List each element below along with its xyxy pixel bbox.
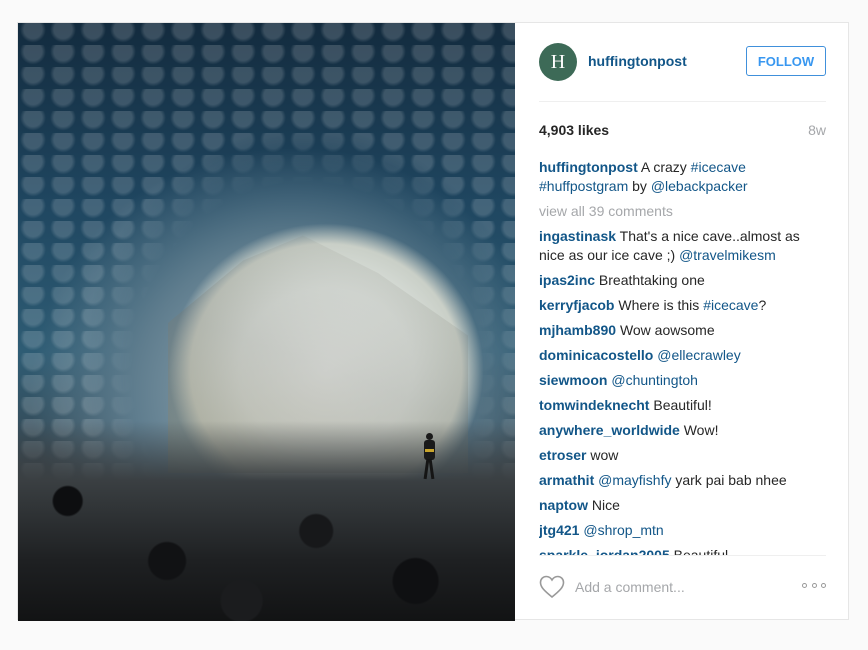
comment-text-tail: yark pai bab nhee [671,472,787,488]
mention-link[interactable]: @mayfishfy [598,472,671,488]
caption: huffingtonpost A crazy #icecave #huffpos… [539,159,748,194]
comment-row: ingastinask That's a nice cave..almost a… [539,227,826,265]
comment-username[interactable]: jtg421 [539,522,579,538]
comment-text: Wow aowsome [619,322,715,338]
mention-link[interactable]: @lebackpacker [651,178,748,194]
comment-text: Wow! [683,422,719,438]
comment-row: sparkle_jordan2005 Beautiful [539,546,826,555]
comment-items: ingastinask That's a nice cave..almost a… [539,227,826,555]
comment-text: Beautiful! [653,397,712,413]
likes-count[interactable]: 4,903 likes [539,122,609,138]
avatar[interactable]: H [539,43,577,81]
comment-username[interactable]: sparkle_jordan2005 [539,547,670,555]
comment-text: Nice [591,497,620,513]
post-photo[interactable] [18,23,515,621]
hashtag-link[interactable]: #icecave [703,297,758,313]
comment-username[interactable]: armathit [539,472,594,488]
comment-row: armathit @mayfishfy yark pai bab nhee [539,471,826,490]
mention-link[interactable]: @shrop_mtn [583,522,663,538]
view-all-comments-link[interactable]: view all 39 comments [539,202,826,221]
footer-divider [539,555,826,556]
comment-username[interactable]: kerryfjacob [539,297,614,313]
heart-icon[interactable] [539,575,565,599]
comment-username[interactable]: anywhere_worldwide [539,422,680,438]
mention-link[interactable]: @travelmikesm [679,247,776,263]
comment-text-tail: ? [758,297,767,313]
hashtag-link[interactable]: #icecave [691,159,746,175]
comment-row: etroser wow [539,446,826,465]
comment-row: kerryfjacob Where is this #icecave? [539,296,826,315]
comment-row: tomwindeknecht Beautiful! [539,396,826,415]
header-divider [539,101,826,102]
caption-username[interactable]: huffingtonpost [539,159,638,175]
comment-row: naptow Nice [539,496,826,515]
comment-username[interactable]: tomwindeknecht [539,397,649,413]
comment-username[interactable]: dominicacostello [539,347,653,363]
comment-text: Where is this [618,297,704,313]
follow-button[interactable]: FOLLOW [746,46,826,76]
comment-username[interactable]: ipas2inc [539,272,595,288]
mention-link[interactable]: @ellecrawley [657,347,740,363]
comment-row: mjhamb890 Wow aowsome [539,321,826,340]
post-sidebar: H huffingtonpost FOLLOW 4,903 likes 8w h… [515,23,850,621]
hiker-figure [422,433,436,480]
comment-username[interactable]: etroser [539,447,586,463]
post-header: H huffingtonpost FOLLOW [539,43,826,99]
comment-username[interactable]: ingastinask [539,228,616,244]
comment-row: siewmoon @chuntingtoh [539,371,826,390]
add-comment-input[interactable] [575,579,775,595]
comment-text: Breathtaking one [598,272,705,288]
comment-row: jtg421 @shrop_mtn [539,521,826,540]
comment-text: wow [590,447,619,463]
comment-username[interactable]: mjhamb890 [539,322,616,338]
comment-text: Beautiful [673,547,729,555]
instagram-post: H huffingtonpost FOLLOW 4,903 likes 8w h… [17,22,850,621]
comment-row: anywhere_worldwide Wow! [539,421,826,440]
post-time[interactable]: 8w [808,122,826,138]
more-options-icon[interactable] [802,583,826,591]
mention-link[interactable]: @chuntingtoh [611,372,698,388]
comment-username[interactable]: siewmoon [539,372,607,388]
comments-list[interactable]: huffingtonpost A crazy #icecave #huffpos… [539,158,826,555]
comment-row: dominicacostello @ellecrawley [539,346,826,365]
author-username[interactable]: huffingtonpost [588,53,687,69]
comment-username[interactable]: naptow [539,497,588,513]
comment-row: ipas2inc Breathtaking one [539,271,826,290]
hashtag-link[interactable]: #huffpostgram [539,178,628,194]
